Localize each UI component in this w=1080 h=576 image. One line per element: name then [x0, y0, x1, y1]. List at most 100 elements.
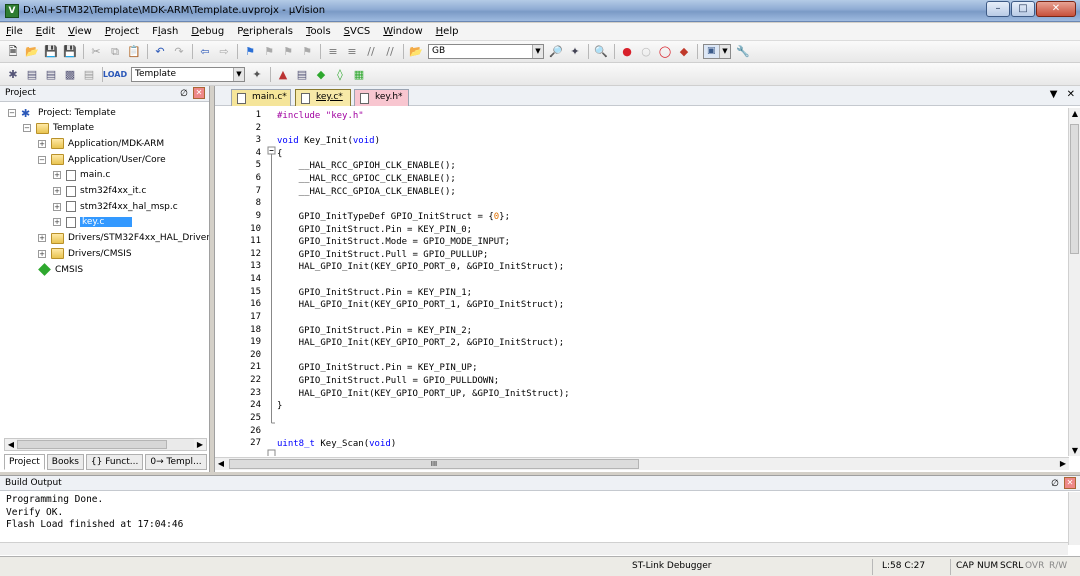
tree-node[interactable]: + key.c	[53, 215, 133, 230]
expand-icon[interactable]: +	[53, 187, 61, 195]
stop-build-icon[interactable]: ▤	[82, 68, 96, 81]
find-icon[interactable]: 🔎	[549, 45, 563, 58]
menu-edit[interactable]: Edit	[36, 26, 55, 37]
build-vscrollbar[interactable]	[1068, 492, 1080, 545]
bookmark-icon[interactable]: ⚑	[243, 45, 257, 58]
save-icon[interactable]: 💾	[44, 45, 58, 58]
collapse-icon[interactable]: −	[23, 124, 31, 133]
tab-functions[interactable]: {} Funct...	[85, 454, 144, 470]
tab-key-h[interactable]: key.h*	[354, 89, 409, 106]
tab-key-c[interactable]: key.c*	[295, 89, 351, 106]
run-time-environment-icon[interactable]: ▦	[352, 68, 366, 81]
window-layout-combo[interactable]: ▣ ▼	[703, 44, 731, 59]
code-line[interactable]: GPIO_InitTypeDef GPIO_InitStruct = {0};	[277, 211, 510, 223]
download-icon[interactable]: LOAD	[103, 68, 127, 81]
disable-breakpoint-icon[interactable]: ○	[639, 45, 653, 58]
unindent-icon[interactable]: ≡	[345, 45, 359, 58]
prev-bookmark-icon[interactable]: ⚑	[262, 45, 276, 58]
code-line[interactable]: HAL_GPIO_Init(KEY_GPIO_PORT_1, &GPIO_Ini…	[277, 299, 565, 311]
scroll-thumb[interactable]: III	[229, 459, 639, 469]
code-line[interactable]: {	[277, 148, 282, 160]
code-line[interactable]: __HAL_RCC_GPIOH_CLK_ENABLE();	[277, 160, 456, 172]
manage-components-icon[interactable]: ▤	[295, 68, 309, 81]
tab-list-chevron-icon[interactable]: ▼	[1050, 89, 1058, 100]
translate-icon[interactable]: ✱	[6, 68, 20, 81]
uncomment-icon[interactable]: //	[383, 45, 397, 58]
scroll-thumb[interactable]	[17, 440, 167, 449]
undo-icon[interactable]: ↶	[153, 45, 167, 58]
tree-node[interactable]: − Template	[23, 121, 94, 136]
close-tab-icon[interactable]: ✕	[1067, 89, 1075, 100]
collapse-icon[interactable]: −	[8, 108, 16, 117]
code-line[interactable]: GPIO_InitStruct.Pin = KEY_PIN_UP;	[277, 362, 478, 374]
scroll-right-icon[interactable]: ▶	[1057, 458, 1069, 469]
indent-icon[interactable]: ≡	[326, 45, 340, 58]
batch-build-icon[interactable]: ▩	[63, 68, 77, 81]
chevron-down-icon[interactable]: ▼	[233, 67, 244, 81]
chevron-down-icon[interactable]: ▼	[532, 45, 543, 58]
menu-debug[interactable]: Debug	[191, 26, 224, 37]
tab-templates[interactable]: 0→ Templ...	[145, 454, 207, 470]
code-line[interactable]: }	[277, 400, 282, 412]
new-file-icon[interactable]: 🗎	[6, 45, 20, 58]
menu-help[interactable]: Help	[436, 26, 459, 37]
editor-vscrollbar[interactable]: ▲ ▼	[1068, 108, 1080, 456]
breakpoint-icon[interactable]: ●	[620, 45, 634, 58]
cut-icon[interactable]: ✂	[89, 45, 103, 58]
next-bookmark-icon[interactable]: ⚑	[281, 45, 295, 58]
scroll-left-icon[interactable]: ◀	[215, 458, 227, 469]
scroll-down-icon[interactable]: ▼	[1069, 445, 1080, 456]
save-all-icon[interactable]: 💾	[63, 45, 77, 58]
code-line[interactable]: __HAL_RCC_GPIOA_CLK_ENABLE();	[277, 186, 456, 198]
menu-flash[interactable]: Flash	[152, 26, 178, 37]
build-hscrollbar[interactable]	[0, 542, 1068, 555]
code-line[interactable]: __HAL_RCC_GPIOC_CLK_ENABLE();	[277, 173, 456, 185]
find-in-files-icon[interactable]: 📂	[409, 45, 423, 58]
close-icon[interactable]: ✕	[193, 87, 205, 99]
scroll-thumb[interactable]	[1070, 124, 1079, 254]
tree-node[interactable]: + Drivers/STM32F4xx_HAL_Driver	[38, 231, 209, 246]
editor-hscrollbar[interactable]: ◀ III ▶	[215, 457, 1069, 470]
scroll-up-icon[interactable]: ▲	[1069, 108, 1080, 119]
pin-icon[interactable]: ∅	[180, 87, 188, 102]
rebuild-icon[interactable]: ▤	[44, 68, 58, 81]
scroll-right-icon[interactable]: ▶	[194, 439, 206, 450]
configure-wrench-icon[interactable]: 🔧	[736, 45, 750, 58]
expand-icon[interactable]: +	[53, 202, 61, 211]
select-packs-icon[interactable]: ◊	[333, 68, 347, 81]
target-combo[interactable]: Template ▼	[131, 66, 245, 82]
kill-breakpoints-icon[interactable]: ◆	[677, 45, 691, 58]
title-bar[interactable]: V D:\AI+STM32\Template\MDK-ARM\Template.…	[0, 0, 1080, 22]
navigate-forward-icon[interactable]: ⇨	[217, 45, 231, 58]
paste-icon[interactable]: 📋	[127, 45, 141, 58]
tree-node[interactable]: + Application/MDK-ARM	[38, 136, 164, 151]
tree-node[interactable]: + Drivers/CMSIS	[38, 246, 132, 261]
code-line[interactable]: HAL_GPIO_Init(KEY_GPIO_PORT_0, &GPIO_Ini…	[277, 261, 565, 273]
expand-icon[interactable]: +	[53, 218, 61, 227]
target-options-icon[interactable]: ✦	[250, 68, 264, 81]
tab-main-c[interactable]: main.c*	[231, 89, 291, 106]
close-button[interactable]: ✕	[1036, 1, 1076, 17]
code-line[interactable]: HAL_GPIO_Init(KEY_GPIO_PORT_2, &GPIO_Ini…	[277, 337, 565, 349]
code-line[interactable]: HAL_GPIO_Init(KEY_GPIO_PORT_UP, &GPIO_In…	[277, 388, 570, 400]
comment-icon[interactable]: //	[364, 45, 378, 58]
code-line[interactable]: GPIO_InitStruct.Mode = GPIO_MODE_INPUT;	[277, 236, 510, 248]
collapse-icon[interactable]: −	[38, 155, 46, 164]
clear-bookmarks-icon[interactable]: ⚑	[300, 45, 314, 58]
tree-node[interactable]: + stm32f4xx_it.c	[53, 184, 146, 199]
open-folder-icon[interactable]: 📂	[25, 45, 39, 58]
fold-toggle-icon[interactable]	[267, 449, 276, 458]
expand-icon[interactable]: +	[53, 171, 61, 180]
disable-all-breakpoints-icon[interactable]: ◯	[658, 45, 672, 58]
chevron-down-icon[interactable]: ▼	[719, 45, 730, 58]
expand-icon[interactable]: +	[38, 139, 46, 148]
menu-project[interactable]: Project	[105, 26, 139, 37]
copy-icon[interactable]: ⧉	[108, 45, 122, 58]
code-line[interactable]: GPIO_InitStruct.Pull = GPIO_PULLUP;	[277, 249, 489, 261]
tree-node[interactable]: CMSIS	[38, 262, 83, 277]
code-line[interactable]: void Key_Init(void)	[277, 135, 380, 147]
maximize-button[interactable]: □	[1011, 1, 1035, 17]
code-line[interactable]: GPIO_InitStruct.Pin = KEY_PIN_2;	[277, 325, 472, 337]
code-line[interactable]: GPIO_InitStruct.Pin = KEY_PIN_1;	[277, 287, 472, 299]
minimize-button[interactable]: –	[986, 1, 1010, 17]
